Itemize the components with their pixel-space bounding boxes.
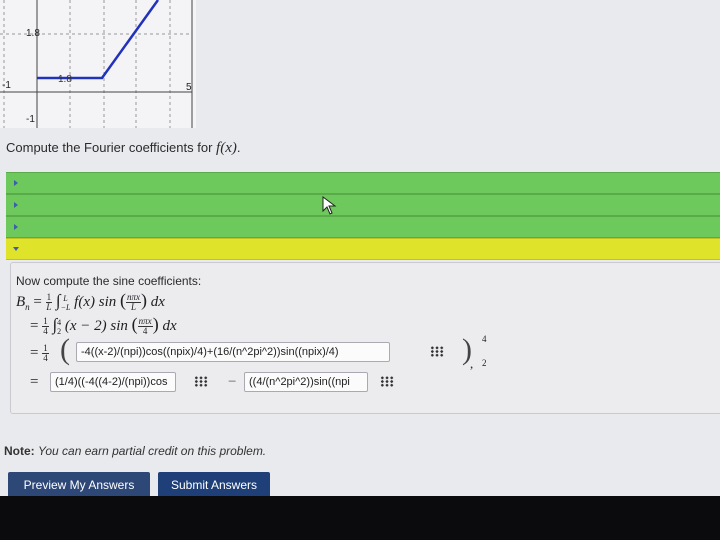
equation-line-3: = 14 bbox=[30, 344, 49, 363]
triangle-right-icon bbox=[14, 224, 18, 230]
equation-editor-icon[interactable] bbox=[380, 376, 394, 387]
eval-upper-limit: 4 bbox=[482, 334, 487, 344]
equation-line-1: Bn = 1L ∫ L −L f(x) sin (nπx L) dx bbox=[16, 290, 165, 313]
fraction-1-over-4: 14 bbox=[42, 343, 49, 363]
mouse-cursor-icon bbox=[322, 196, 337, 215]
accordion-section-1[interactable] bbox=[6, 172, 720, 194]
triangle-right-icon bbox=[14, 202, 18, 208]
integral-limits: L −L bbox=[60, 293, 71, 312]
graph-grid bbox=[0, 0, 190, 128]
preview-answers-button[interactable]: Preview My Answers bbox=[8, 472, 150, 498]
triangle-right-icon bbox=[14, 180, 18, 186]
equation-line-2: = 14 ∫ 4 2 (x − 2) sin (nπx 4) dx bbox=[30, 314, 177, 337]
bn-answer-input-a[interactable]: (1/4)((-4((4-2)/(npi))cos bbox=[50, 372, 176, 392]
submit-answers-button[interactable]: Submit Answers bbox=[158, 472, 270, 498]
x-tick-left: -1 bbox=[2, 80, 11, 91]
screen-bezel bbox=[0, 496, 720, 540]
accordion-section-4[interactable] bbox=[6, 238, 720, 260]
prompt-text: Compute the Fourier coefficients for bbox=[6, 140, 213, 155]
equals-sign-line-4: = bbox=[30, 374, 39, 390]
prompt-end: . bbox=[236, 140, 241, 155]
accordion-section-3[interactable] bbox=[6, 216, 720, 238]
note-text: You can earn partial credit on this prob… bbox=[38, 444, 267, 458]
triangle-down-icon bbox=[13, 247, 19, 251]
eval-lower-limit: 2 bbox=[482, 358, 487, 368]
accordion-section-2[interactable] bbox=[6, 194, 720, 216]
antiderivative-answer-input[interactable]: -4((x-2)/(npi))cos((npix)/4)+(16/(n^2pi^… bbox=[76, 342, 390, 362]
x-tick-right: 5 bbox=[186, 82, 192, 93]
y-tick-mid: 1.8 bbox=[58, 74, 72, 85]
sin-argument: nπx L bbox=[126, 292, 142, 313]
graph-svg bbox=[0, 0, 193, 128]
note-label: Note: bbox=[4, 444, 35, 458]
sin-argument: nπx 4 bbox=[137, 316, 153, 337]
differential: dx bbox=[162, 318, 177, 334]
minus-sign: − bbox=[228, 374, 237, 390]
equals-sign: = bbox=[30, 318, 39, 334]
fraction-1-over-4: 14 bbox=[42, 316, 49, 337]
partial-credit-note: Note: You can earn partial credit on thi… bbox=[4, 444, 266, 458]
equation-editor-icon[interactable] bbox=[430, 346, 444, 357]
bn-subscript: n bbox=[25, 302, 30, 312]
equals-sign: = bbox=[30, 344, 39, 361]
equals-sign: = bbox=[33, 294, 42, 310]
prompt-function: f(x) bbox=[216, 140, 237, 156]
problem-prompt: Compute the Fourier coefficients for f(x… bbox=[6, 140, 241, 157]
function-graph: 1.8 1.8 -1 5 -1 bbox=[0, 0, 196, 128]
fraction-1-over-L: 1L bbox=[45, 292, 53, 313]
function-line bbox=[37, 0, 160, 80]
left-paren: ( bbox=[60, 333, 70, 366]
integrand: f(x) sin bbox=[74, 294, 117, 310]
equation-editor-icon[interactable] bbox=[194, 376, 208, 387]
integrand: (x − 2) sin bbox=[64, 318, 128, 334]
bn-answer-input-b[interactable]: ((4/(n^2pi^2))sin((npi bbox=[244, 372, 368, 392]
y-tick-top: 1.8 bbox=[26, 28, 40, 39]
work-heading: Now compute the sine coefficients: bbox=[16, 274, 202, 288]
line3-comma: , bbox=[470, 356, 474, 371]
bn-symbol: B bbox=[16, 294, 26, 310]
differential: dx bbox=[150, 294, 165, 310]
y-tick-bottom: -1 bbox=[26, 114, 35, 125]
